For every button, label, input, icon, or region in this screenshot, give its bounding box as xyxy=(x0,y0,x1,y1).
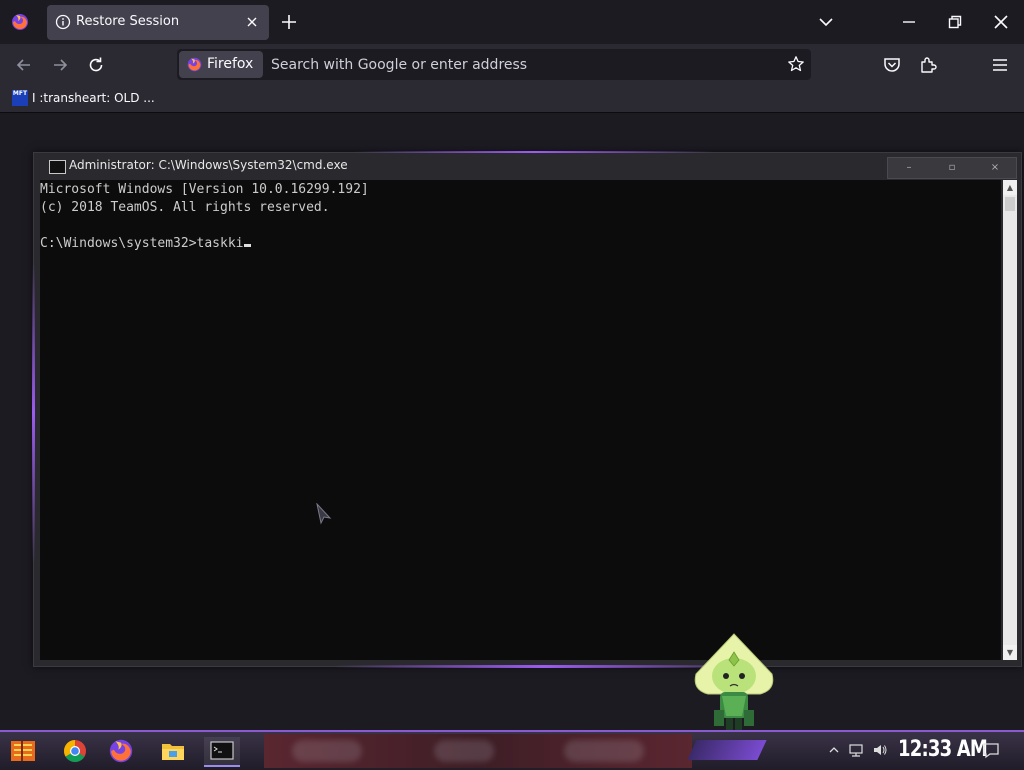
close-icon xyxy=(994,15,1008,29)
reload-icon xyxy=(89,57,103,72)
firefox-menu-icon[interactable] xyxy=(10,12,30,32)
cmd-title: Administrator: C:\Windows\System32\cmd.e… xyxy=(69,158,348,172)
back-button[interactable] xyxy=(14,55,34,75)
close-tab-icon[interactable] xyxy=(244,14,260,30)
url-bar[interactable]: Firefox xyxy=(177,49,811,80)
console-line: (c) 2018 TeamOS. All rights reserved. xyxy=(40,200,330,215)
start-icon[interactable] xyxy=(8,738,38,764)
tab-restore-session[interactable]: Restore Session xyxy=(47,5,269,40)
blurred-element xyxy=(292,740,362,762)
info-icon xyxy=(55,14,71,30)
console-line: Microsoft Windows [Version 10.0.16299.19… xyxy=(40,182,369,197)
identity-label: Firefox xyxy=(207,56,254,72)
network-icon[interactable] xyxy=(848,742,864,758)
system-clock[interactable]: 12:33 AM xyxy=(898,737,988,762)
identity-box[interactable]: Firefox xyxy=(179,51,263,78)
firefox-logo-icon xyxy=(186,56,203,73)
hamburger-menu-icon xyxy=(993,59,1007,71)
console-output[interactable]: Microsoft Windows [Version 10.0.16299.19… xyxy=(40,180,1001,660)
mouse-pointer-icon xyxy=(316,503,332,525)
blurred-element xyxy=(564,740,644,762)
account-icon xyxy=(957,58,971,72)
taskbar-wallpaper-strip xyxy=(264,734,692,768)
volume-icon[interactable] xyxy=(872,742,888,758)
cmd-close-button[interactable]: × xyxy=(974,158,1016,178)
taskbar: 12:33 AM xyxy=(0,730,1024,770)
extensions-button[interactable] xyxy=(918,55,938,75)
scroll-up-arrow-icon[interactable]: ▲ xyxy=(1003,180,1017,195)
forward-arrow-icon xyxy=(54,59,68,71)
firefox-icon[interactable] xyxy=(106,737,136,765)
close-window-button[interactable] xyxy=(978,0,1024,44)
console-scrollbar[interactable]: ▲ ▼ xyxy=(1003,180,1017,660)
tab-bar: Restore Session xyxy=(0,0,1024,44)
account-button[interactable] xyxy=(954,55,974,75)
cmd-window[interactable]: Administrator: C:\Windows\System32\cmd.e… xyxy=(32,151,1022,668)
bookmark-star-icon[interactable] xyxy=(787,55,805,73)
console-line xyxy=(40,216,1001,234)
window-glow xyxy=(32,263,35,563)
console-prompt-line[interactable]: C:\Windows\system32>taskki xyxy=(40,234,1001,252)
window-glow xyxy=(334,665,754,668)
file-explorer-icon[interactable] xyxy=(158,737,188,765)
forward-button[interactable] xyxy=(50,55,70,75)
bookmark-favicon: MFT xyxy=(12,90,28,106)
navigation-toolbar: Firefox xyxy=(0,44,1024,85)
cmd-maximize-button[interactable]: ▫ xyxy=(931,158,973,178)
blurred-element xyxy=(434,740,494,762)
tab-title: Restore Session xyxy=(76,14,180,29)
chrome-icon[interactable] xyxy=(60,737,90,765)
app-menu-button[interactable] xyxy=(990,55,1010,75)
taskbar-accent xyxy=(687,740,767,760)
cmd-minimize-button[interactable]: – xyxy=(888,158,930,178)
bookmark-label: I :transheart: OLD ... xyxy=(32,91,155,105)
console-prompt: C:\Windows\system32>taskki xyxy=(40,236,244,251)
text-cursor xyxy=(243,244,251,247)
notification-icon[interactable] xyxy=(982,741,1000,759)
bookmarks-toolbar: MFT I :transheart: OLD ... xyxy=(0,85,1024,113)
minimize-window-button[interactable] xyxy=(886,0,932,44)
chevron-up-icon[interactable] xyxy=(826,742,842,758)
pocket-button[interactable] xyxy=(882,55,902,75)
back-arrow-icon xyxy=(16,59,30,71)
scroll-down-arrow-icon[interactable]: ▼ xyxy=(1003,645,1017,660)
cmd-window-controls: – ▫ × xyxy=(887,157,1017,179)
address-input[interactable] xyxy=(271,52,771,77)
cmd-icon[interactable] xyxy=(204,737,240,767)
restore-window-button[interactable] xyxy=(932,0,978,44)
minimize-icon xyxy=(903,21,915,23)
cmd-window-icon xyxy=(49,160,66,174)
restore-icon xyxy=(948,15,962,29)
list-all-tabs-icon[interactable] xyxy=(817,14,835,30)
scrollbar-thumb[interactable] xyxy=(1005,197,1015,211)
pocket-icon xyxy=(884,58,900,72)
new-tab-icon[interactable] xyxy=(280,13,298,31)
mascot-character-image xyxy=(694,633,774,730)
cmd-titlebar[interactable]: Administrator: C:\Windows\System32\cmd.e… xyxy=(34,153,1021,179)
reload-button[interactable] xyxy=(86,55,106,75)
puzzle-icon xyxy=(921,57,937,73)
